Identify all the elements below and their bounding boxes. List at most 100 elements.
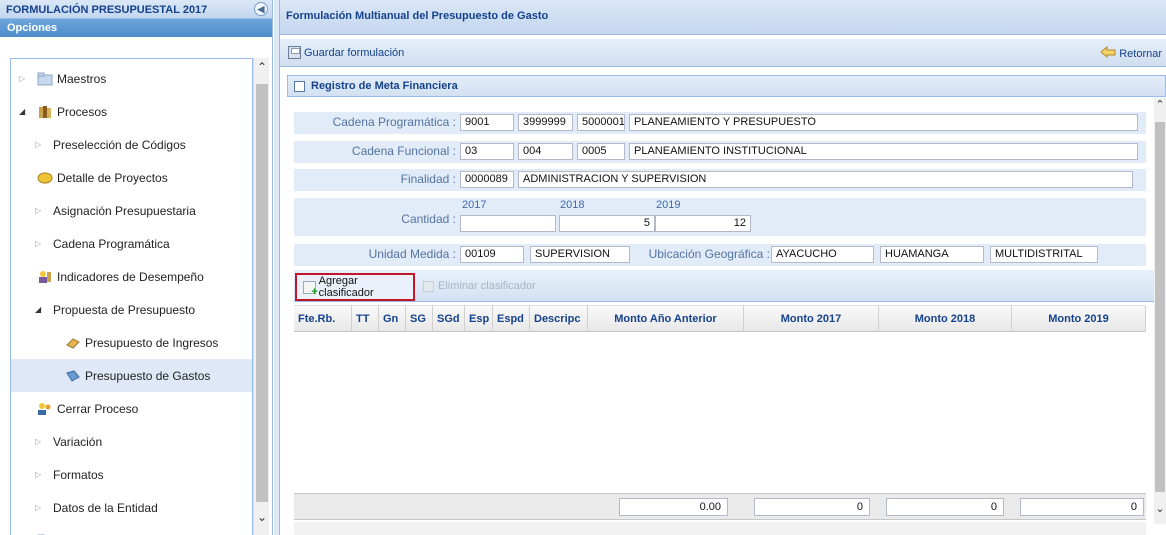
collapsed-arrow-icon[interactable]: ▷ [35, 140, 45, 149]
total-anterior: 0.00 [619, 498, 728, 516]
column-header[interactable]: Fte.Rb. [294, 306, 352, 333]
tree-item-detalle-de-proyectos[interactable]: Detalle de Proyectos [11, 161, 252, 194]
add-classifier-button[interactable]: Agregar clasificador [295, 273, 415, 301]
remove-classifier-button[interactable]: Eliminar clasificador [423, 280, 536, 292]
tree-item-variaci-n[interactable]: ▷ Variación [11, 425, 252, 458]
tree-scroll-thumb[interactable] [256, 84, 268, 502]
tree-item-label: Maestros [57, 71, 107, 86]
finalidad-row: Finalidad : 0000089 ADMINISTRACION Y SUP… [294, 169, 1146, 191]
cadena-funcional-label: Cadena Funcional : [351, 144, 456, 158]
total-2019: 0 [1020, 498, 1144, 516]
tree-scrollbar[interactable]: ⌃ ⌄ [253, 58, 269, 535]
column-header[interactable]: Monto 2019 [1012, 306, 1146, 333]
panel-title: FORMULACIÓN PRESUPUESTAL 2017 ◀ [0, 0, 272, 19]
tree-item-presupuesto-de-gastos[interactable]: Presupuesto de Gastos [11, 359, 252, 392]
grid-header: Fte.Rb. TT Gn SG SGd Esp Espd Descripc Monto Año… [294, 305, 1146, 333]
grid-footer-bar [294, 522, 1146, 535]
column-header[interactable]: Esp [465, 306, 493, 333]
cadena-prog-description[interactable]: PLANEAMIENTO Y PRESUPUESTO [629, 114, 1138, 131]
unidad-code-field[interactable]: 00109 [460, 246, 524, 263]
tree-item-formatos[interactable]: ▷ Formatos [11, 458, 252, 491]
column-header[interactable]: Gn [379, 306, 406, 333]
collapsed-arrow-icon[interactable]: ▷ [35, 206, 45, 215]
ingresos-icon [65, 336, 81, 350]
tree-item-maestros[interactable]: ▷ Maestros [11, 62, 252, 95]
gastos-icon [65, 369, 81, 383]
cadena-func-field-2[interactable]: 004 [518, 143, 573, 160]
column-header[interactable]: Monto 2017 [744, 306, 879, 333]
expanded-arrow-icon[interactable]: ◢ [35, 305, 45, 314]
column-header[interactable]: TT [352, 306, 379, 333]
scroll-up-icon[interactable]: ⌃ [254, 60, 270, 74]
main-title: Formulación Multianual del Presupuesto d… [280, 0, 1166, 35]
cadena-func-field-3[interactable]: 0005 [577, 143, 625, 160]
coin-icon [37, 171, 53, 185]
cadena-func-description[interactable]: PLANEAMIENTO INSTITUCIONAL [629, 143, 1138, 160]
year-2017-label: 2017 [462, 199, 487, 211]
expanded-arrow-icon[interactable]: ◢ [19, 107, 29, 116]
column-header[interactable]: SG [406, 306, 433, 333]
tree-item-label: Procesos [57, 104, 108, 119]
cadena-func-field-1[interactable]: 03 [460, 143, 514, 160]
collapse-panel-icon[interactable]: ◀ [254, 2, 268, 16]
meta-financiera-header: Registro de Meta Financiera [287, 75, 1166, 97]
main-scroll-up-icon[interactable]: ⌃ [1154, 98, 1166, 111]
tree-item-reportes[interactable]: ▷Reportes [11, 524, 252, 535]
tree-item-procesos[interactable]: ◢ Procesos [11, 95, 252, 128]
tree-item-datos-de-la-entidad[interactable]: ▷ Datos de la Entidad [11, 491, 252, 524]
cadena-prog-field-2[interactable]: 3999999 [518, 114, 573, 131]
save-formulation-button[interactable]: Guardar formulación [288, 46, 404, 59]
column-header[interactable]: SGd [433, 306, 465, 333]
tree-item-asignaci-n-presupuestaria[interactable]: ▷ Asignación Presupuestaria [11, 194, 252, 227]
column-header[interactable]: Descripc [530, 306, 588, 333]
tree-item-presupuesto-de-ingresos[interactable]: Presupuesto de Ingresos [11, 326, 252, 359]
tree-item-cadena-program-tica[interactable]: ▷ Cadena Programática [11, 227, 252, 260]
finalidad-code-field[interactable]: 0000089 [460, 171, 514, 188]
cadena-prog-field-3[interactable]: 5000001 [577, 114, 625, 131]
distrito-field[interactable]: MULTIDISTRITAL [990, 246, 1098, 263]
tree-item-label: Propuesta de Presupuesto [53, 302, 196, 317]
tree-item-label: Cerrar Proceso [57, 401, 139, 416]
tree-item-label: Presupuesto de Ingresos [85, 335, 219, 350]
cantidad-2018-field[interactable]: 5 [559, 215, 655, 232]
provincia-field[interactable]: HUAMANGA [880, 246, 984, 263]
tree-item-preselecci-n-de-c-digos[interactable]: ▷ Preselección de Códigos [11, 128, 252, 161]
column-header[interactable]: Espd [493, 306, 530, 333]
tree-item-label: Datos de la Entidad [53, 500, 158, 515]
column-header[interactable]: Monto Año Anterior [588, 306, 744, 333]
finalidad-label: Finalidad : [400, 172, 456, 186]
cantidad-2019-field[interactable]: 12 [655, 215, 751, 232]
add-icon [303, 280, 317, 298]
main-scroll-down-icon[interactable]: ⌄ [1154, 502, 1166, 515]
collapsed-arrow-icon[interactable]: ▷ [19, 74, 29, 83]
collapsed-arrow-icon[interactable]: ▷ [35, 437, 45, 446]
collapse-section-icon[interactable] [294, 80, 305, 92]
tree-item-propuesta-de-presupuesto[interactable]: ◢ Propuesta de Presupuesto [11, 293, 252, 326]
tree-item-indicadores-de-desempe-o[interactable]: Indicadores de Desempeño [11, 260, 252, 293]
collapsed-arrow-icon[interactable]: ▷ [35, 470, 45, 479]
unidad-description-field[interactable]: SUPERVISION [530, 246, 630, 263]
collapsed-arrow-icon[interactable]: ▷ [35, 503, 45, 512]
departamento-field[interactable]: AYACUCHO [771, 246, 874, 263]
tree-item-cerrar-proceso[interactable]: Cerrar Proceso [11, 392, 252, 425]
books-icon [37, 105, 53, 119]
scroll-down-icon[interactable]: ⌄ [254, 510, 270, 524]
cantidad-row: Cantidad : 2017 2018 2019 5 12 [294, 198, 1146, 236]
column-header[interactable]: Monto 2018 [879, 306, 1012, 333]
tree-item-label: Preselección de Códigos [53, 137, 186, 152]
section-title: Registro de Meta Financiera [311, 80, 458, 92]
cadena-programatica-row: Cadena Programática : 9001 3999999 50000… [294, 112, 1146, 134]
year-2018-label: 2018 [560, 199, 585, 211]
add-classifier-label: Agregar clasificador [318, 275, 374, 299]
return-button[interactable]: Retornar [1100, 45, 1162, 61]
remove-classifier-label: Eliminar clasificador [438, 280, 536, 292]
main-scrollbar[interactable]: ⌃ ⌄ [1154, 98, 1166, 524]
save-label: Guardar formulación [304, 46, 405, 59]
cadena-prog-field-1[interactable]: 9001 [460, 114, 514, 131]
cadena-funcional-row: Cadena Funcional : 03 004 0005 PLANEAMIE… [294, 141, 1146, 163]
person-icon [37, 270, 53, 284]
collapsed-arrow-icon[interactable]: ▷ [35, 239, 45, 248]
cantidad-2017-field[interactable] [460, 215, 556, 232]
finalidad-description[interactable]: ADMINISTRACION Y SUPERVISION [518, 171, 1133, 188]
main-scroll-thumb[interactable] [1155, 122, 1165, 492]
